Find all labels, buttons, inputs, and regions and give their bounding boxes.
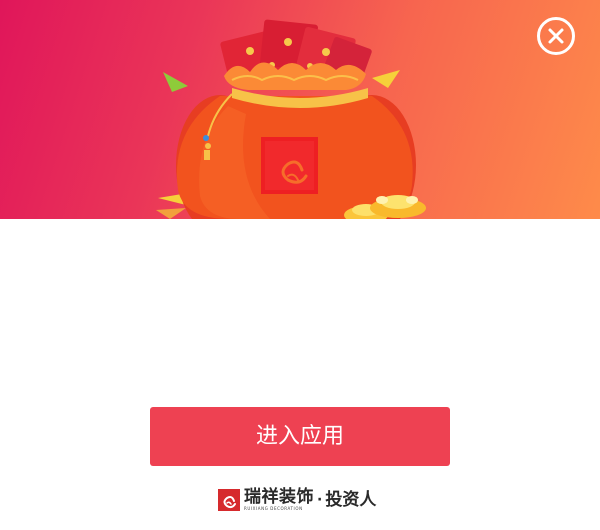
company-name-en: RUIXIANG DECORATION (244, 506, 303, 511)
header-banner (0, 0, 600, 219)
app-name: 投资人 (325, 490, 377, 510)
close-icon (548, 28, 564, 44)
brand-separator: · (317, 492, 323, 508)
close-button[interactable] (537, 17, 575, 55)
enter-app-button[interactable]: 进入应用 (150, 407, 450, 466)
lucky-bag-illustration (156, 19, 426, 219)
ruixiang-logo-icon (218, 489, 240, 511)
brand-name-block: 瑞祥装饰 RUIXIANG DECORATION (244, 487, 314, 512)
brand-footer: 瑞祥装饰 RUIXIANG DECORATION · 投资人 (218, 487, 376, 513)
company-name: 瑞祥装饰 (244, 487, 314, 507)
